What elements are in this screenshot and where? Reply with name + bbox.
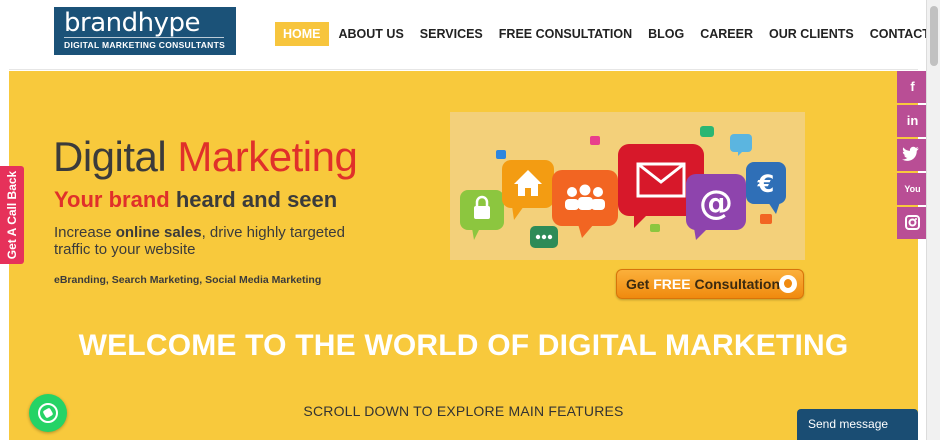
main-navigation: HOME ABOUT US SERVICES FREE CONSULTATION…	[275, 22, 940, 46]
site-header: brandhype DIGITAL MARKETING CONSULTANTS …	[9, 0, 940, 70]
home-icon	[502, 160, 554, 220]
cta-label: Get FREE Consultation	[626, 276, 781, 292]
speech-bubbles-illustration: @ €	[450, 112, 805, 260]
logo-wordmark: brandhype	[64, 8, 200, 38]
at-sign-icon: @	[686, 174, 746, 240]
social-sidebar: f in You	[897, 71, 928, 241]
send-message-chat-tab[interactable]: Send message	[797, 409, 918, 440]
group-icon	[552, 170, 618, 238]
linkedin-icon[interactable]: in	[897, 105, 928, 137]
brandhype-logo[interactable]: brandhype DIGITAL MARKETING CONSULTANTS	[54, 7, 236, 55]
instagram-icon[interactable]	[897, 207, 928, 239]
page-scrollbar[interactable]	[926, 0, 940, 440]
nav-home[interactable]: HOME	[275, 22, 329, 46]
welcome-heading: WELCOME TO THE WORLD OF DIGITAL MARKETIN…	[78, 329, 849, 362]
nav-our-clients[interactable]: OUR CLIENTS	[761, 22, 862, 46]
facebook-icon[interactable]: f	[897, 71, 928, 103]
cta-badge-icon	[779, 275, 797, 293]
send-message-label: Send message	[808, 417, 889, 431]
euro-icon: €	[746, 162, 786, 214]
hero-services-line: eBranding, Search Marketing, Social Medi…	[54, 274, 322, 286]
get-free-consultation-button[interactable]: Get FREE Consultation	[616, 269, 804, 299]
nav-career[interactable]: CAREER	[692, 22, 761, 46]
get-a-call-back-tab[interactable]: Get A Call Back	[0, 166, 24, 264]
logo-divider	[64, 37, 224, 38]
youtube-icon[interactable]: You	[897, 173, 928, 205]
nav-free-consultation[interactable]: FREE CONSULTATION	[491, 22, 640, 46]
hero-subtitle: Your brand heard and seen	[54, 187, 338, 212]
scroll-hint: SCROLL DOWN TO EXPLORE MAIN FEATURES	[303, 403, 624, 419]
hero-title: Digital Marketing	[53, 133, 358, 180]
chat-dots-icon	[530, 226, 558, 248]
twitter-icon[interactable]	[897, 139, 928, 171]
svg-text:@: @	[699, 183, 733, 223]
hero-description: Increase online sales, drive highly targ…	[54, 224, 345, 258]
svg-text:€: €	[757, 170, 775, 198]
callback-label: Get A Call Back	[5, 170, 19, 260]
lock-icon	[460, 190, 504, 240]
scrollbar-thumb[interactable]	[930, 6, 938, 66]
whatsapp-icon[interactable]	[29, 394, 67, 432]
nav-about-us[interactable]: ABOUT US	[331, 22, 412, 46]
hero-banner: Digital Marketing Your brand heard and s…	[9, 71, 918, 440]
nav-services[interactable]: SERVICES	[412, 22, 491, 46]
nav-blog[interactable]: BLOG	[640, 22, 692, 46]
logo-tagline: DIGITAL MARKETING CONSULTANTS	[64, 40, 226, 50]
